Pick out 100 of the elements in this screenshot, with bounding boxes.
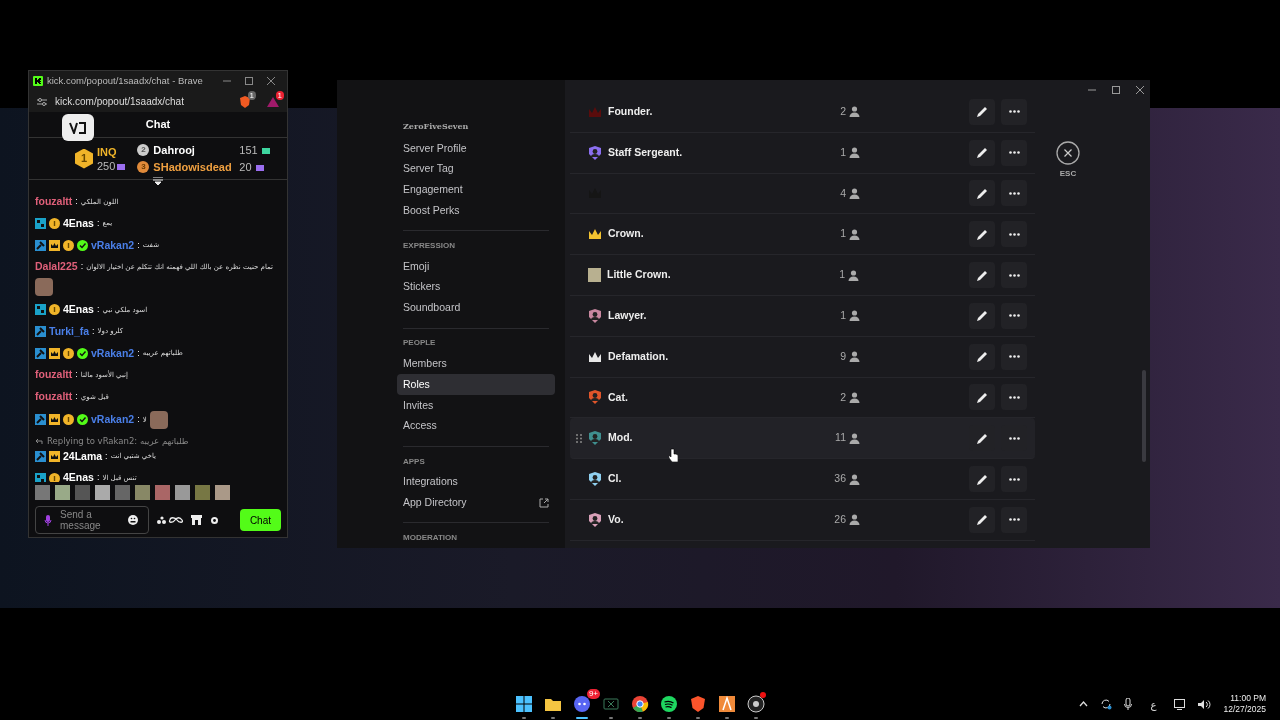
scrollbar-thumb[interactable]	[1142, 370, 1146, 462]
emote-thumbnail[interactable]	[155, 485, 170, 500]
emote-thumbnail[interactable]	[135, 485, 150, 500]
role-row[interactable]: Lawyer. 1	[570, 296, 1035, 337]
edit-button[interactable]	[969, 466, 995, 493]
edit-button[interactable]	[969, 506, 995, 533]
store-icon[interactable]	[191, 515, 202, 525]
more-options-button[interactable]	[1001, 221, 1027, 248]
emote-thumbnail[interactable]	[55, 485, 70, 500]
close-icon[interactable]	[1056, 141, 1080, 165]
message-bar[interactable]: Send a message	[35, 506, 149, 534]
sidebar-item[interactable]: Members	[397, 353, 555, 375]
username[interactable]: vRakan2	[91, 411, 135, 428]
send-chat-button[interactable]: Chat	[239, 509, 281, 531]
edit-button[interactable]	[969, 98, 995, 125]
username[interactable]: Dalal225	[35, 259, 78, 275]
username[interactable]: vRakan2	[91, 237, 135, 254]
role-row[interactable]: Mod. 11	[570, 418, 1035, 460]
sidebar-item[interactable]: Integrations	[397, 471, 555, 493]
username[interactable]: 4Enas	[63, 215, 94, 232]
username[interactable]: vRakan2	[91, 345, 135, 362]
username[interactable]: Turki_fa	[49, 323, 90, 340]
role-row[interactable]: Crown. 1	[570, 214, 1035, 256]
more-options-button[interactable]	[1001, 506, 1027, 533]
colon: :	[75, 368, 78, 382]
browser-circle-icon[interactable]	[630, 694, 650, 714]
sidebar-item[interactable]: Soundboard	[397, 297, 555, 319]
clock-date[interactable]: 12/27/2025	[1223, 704, 1266, 715]
username[interactable]: fouzaltt	[35, 367, 73, 383]
emote-thumbnail[interactable]	[175, 485, 190, 500]
address-bar[interactable]: kick.com/popout/1saadx/chat	[55, 94, 184, 109]
sidebar-item[interactable]: Access	[397, 415, 555, 437]
more-options-button[interactable]	[1001, 180, 1027, 207]
sidebar-item[interactable]: Boost Perks	[397, 200, 555, 222]
sidebar-item[interactable]: Invites	[397, 395, 555, 416]
letter-tile-icon[interactable]	[717, 694, 737, 714]
maximize-icon[interactable]	[245, 77, 253, 85]
record-circle-icon[interactable]	[746, 694, 766, 714]
edit-button[interactable]	[969, 262, 995, 289]
emote-thumbnail[interactable]	[195, 485, 210, 500]
colon: :	[75, 390, 78, 404]
sidebar-item[interactable]: Emoji	[397, 256, 555, 277]
microphone-icon[interactable]	[1124, 698, 1133, 710]
emote-thumbnail[interactable]	[115, 485, 130, 500]
edit-button[interactable]	[969, 180, 995, 207]
input-language[interactable]: ع	[1144, 696, 1163, 712]
edit-button[interactable]	[969, 139, 995, 166]
emote-thumbnail[interactable]	[75, 485, 90, 500]
role-row[interactable]: Defamation. 9	[570, 336, 1035, 378]
emote-thumbnail[interactable]	[215, 485, 230, 500]
role-row[interactable]: Little Crown. 1	[570, 255, 1035, 296]
sidebar-item[interactable]: Roles	[397, 374, 555, 395]
emote-thumbnail[interactable]	[95, 485, 110, 500]
username[interactable]: 4Enas	[63, 302, 94, 318]
triangle-icon[interactable]	[267, 95, 279, 108]
minimize-icon[interactable]	[1088, 86, 1096, 94]
more-options-button[interactable]	[1001, 98, 1027, 125]
sidebar-item[interactable]: Stickers	[397, 276, 555, 298]
message-field[interactable]: Send a message	[60, 508, 120, 532]
more-options-button[interactable]	[1001, 139, 1027, 166]
edit-button[interactable]	[969, 343, 995, 370]
expand-icon[interactable]	[153, 177, 163, 185]
sidebar-item[interactable]: App Directory	[397, 492, 555, 514]
windows-logo-icon[interactable]	[514, 694, 534, 714]
maximize-icon[interactable]	[1112, 86, 1120, 94]
coin-badge-icon	[63, 239, 74, 251]
monitor-icon[interactable]	[1174, 698, 1187, 710]
chevron-up-icon[interactable]	[1079, 701, 1089, 707]
gavel-badge-icon	[35, 450, 46, 462]
count-badge: 1	[247, 90, 256, 100]
role-row[interactable]: 4	[570, 173, 1035, 215]
role-row[interactable]: Staff Sergeant. 1	[570, 132, 1035, 174]
more-options-button[interactable]	[1001, 302, 1027, 329]
count-badge: 1	[275, 90, 284, 100]
speaker-icon[interactable]	[1198, 698, 1212, 710]
role-row[interactable]: Cl. 36	[570, 459, 1035, 500]
more-options-button[interactable]	[1001, 384, 1027, 411]
more-options-button[interactable]	[1001, 262, 1027, 289]
settings-icon[interactable]	[210, 515, 219, 525]
close-icon[interactable]	[1136, 86, 1144, 94]
edit-button[interactable]	[969, 221, 995, 248]
username[interactable]: 24Lama	[63, 448, 103, 465]
sidebar-item[interactable]: Server Tag	[397, 158, 555, 180]
sidebar-item[interactable]: Server Profile	[397, 138, 555, 159]
role-row[interactable]: Vo. 26	[570, 499, 1035, 541]
sync-icon[interactable]	[1100, 698, 1113, 710]
music-circle-icon[interactable]	[659, 694, 679, 714]
edit-button[interactable]	[969, 302, 995, 329]
more-options-button[interactable]	[1001, 343, 1027, 370]
username[interactable]: 4Enas	[63, 470, 94, 482]
role-row[interactable]: Founder. 2	[570, 92, 1035, 133]
infinity-icon[interactable]	[157, 515, 183, 525]
clock-time[interactable]: 11:00 PM	[1230, 693, 1266, 704]
edit-button[interactable]	[969, 384, 995, 411]
more-options-button[interactable]	[1001, 466, 1027, 493]
close-icon[interactable]	[267, 77, 275, 85]
username[interactable]: fouzaltt	[35, 389, 73, 405]
emote-thumbnail[interactable]	[35, 485, 50, 500]
username[interactable]: fouzaltt	[35, 194, 73, 210]
sidebar-item[interactable]: Engagement	[397, 179, 555, 201]
